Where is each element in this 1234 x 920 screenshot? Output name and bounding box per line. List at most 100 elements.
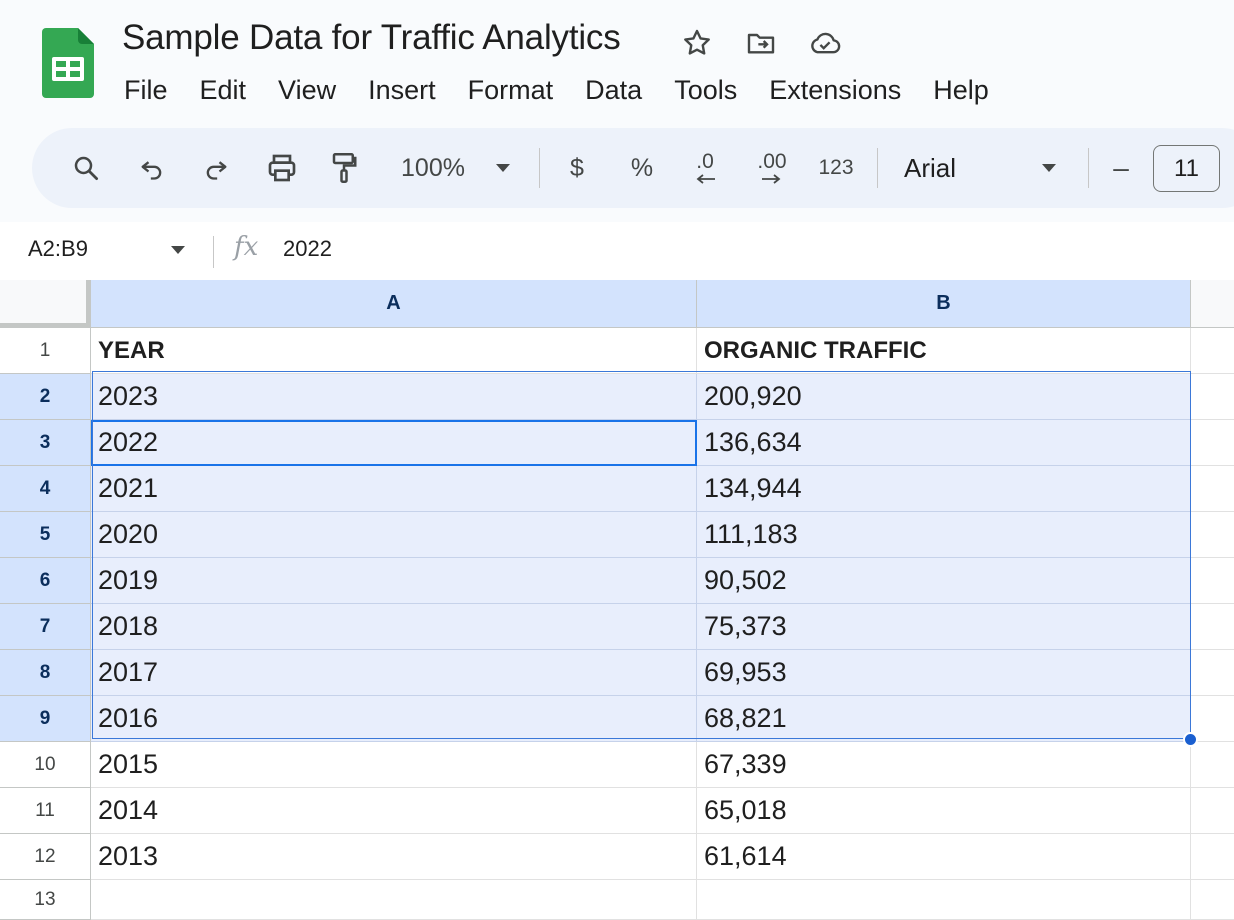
cell-a9[interactable]: 2016 — [91, 696, 697, 742]
cell-a13[interactable] — [91, 880, 697, 920]
menu-file[interactable]: File — [108, 70, 184, 110]
format-percent-button[interactable]: % — [627, 148, 657, 188]
cell-a7[interactable]: 2018 — [91, 604, 697, 650]
row-header-10[interactable]: 10 — [0, 742, 91, 788]
sheets-logo-icon[interactable] — [42, 28, 94, 98]
cell-b1[interactable]: ORGANIC TRAFFIC — [697, 328, 1191, 374]
menu-insert[interactable]: Insert — [352, 70, 452, 110]
cell-b10[interactable]: 67,339 — [697, 742, 1191, 788]
cell-c10[interactable] — [1191, 742, 1234, 788]
paint-format-icon[interactable] — [324, 148, 364, 188]
cell-b11[interactable]: 65,018 — [697, 788, 1191, 834]
cell-b4[interactable]: 134,944 — [697, 466, 1191, 512]
format-currency-button[interactable]: $ — [562, 148, 592, 188]
row-header-12[interactable]: 12 — [0, 834, 91, 880]
fx-icon: fx — [234, 232, 259, 262]
cell-c1[interactable] — [1191, 328, 1234, 374]
font-size-input[interactable]: 11 — [1153, 145, 1220, 192]
cell-b2[interactable]: 200,920 — [697, 374, 1191, 420]
font-family-select[interactable]: Arial — [904, 148, 974, 188]
menu-bar: File Edit View Insert Format Data Tools … — [108, 70, 1005, 110]
cell-b9[interactable]: 68,821 — [697, 696, 1191, 742]
cell-c3[interactable] — [1191, 420, 1234, 466]
row-header-11[interactable]: 11 — [0, 788, 91, 834]
cell-a5[interactable]: 2020 — [91, 512, 697, 558]
cell-b13[interactable] — [697, 880, 1191, 920]
menu-view[interactable]: View — [262, 70, 352, 110]
row-header-6[interactable]: 6 — [0, 558, 91, 604]
formula-input[interactable]: 2022 — [283, 236, 332, 262]
chevron-down-icon[interactable] — [170, 242, 186, 260]
cell-b12[interactable]: 61,614 — [697, 834, 1191, 880]
column-header-a[interactable]: A — [91, 280, 697, 328]
toolbar-divider — [539, 148, 540, 188]
increase-decimal-label: .00 — [757, 150, 787, 173]
cell-b3[interactable]: 136,634 — [697, 420, 1191, 466]
cell-a6[interactable]: 2019 — [91, 558, 697, 604]
row-header-4[interactable]: 4 — [0, 466, 91, 512]
spreadsheet-grid: A B 1 YEAR ORGANIC TRAFFIC 2 2023 200,920 3 202… — [0, 280, 1234, 920]
row-header-5[interactable]: 5 — [0, 512, 91, 558]
move-to-folder-icon[interactable] — [744, 26, 778, 60]
cell-a11[interactable]: 2014 — [91, 788, 697, 834]
row-header-1[interactable]: 1 — [0, 328, 91, 374]
cell-a10[interactable]: 2015 — [91, 742, 697, 788]
select-all-corner[interactable] — [0, 280, 91, 328]
cell-c8[interactable] — [1191, 650, 1234, 696]
row-header-3[interactable]: 3 — [0, 420, 91, 466]
cell-c11[interactable] — [1191, 788, 1234, 834]
menu-edit[interactable]: Edit — [184, 70, 263, 110]
row-header-7[interactable]: 7 — [0, 604, 91, 650]
row-header-2[interactable]: 2 — [0, 374, 91, 420]
cell-b7[interactable]: 75,373 — [697, 604, 1191, 650]
menu-extensions[interactable]: Extensions — [753, 70, 917, 110]
menu-tools[interactable]: Tools — [658, 70, 753, 110]
search-menus-icon[interactable] — [66, 148, 106, 188]
cell-b8[interactable]: 69,953 — [697, 650, 1191, 696]
row-header-13[interactable]: 13 — [0, 880, 91, 920]
chevron-down-icon[interactable] — [1038, 148, 1060, 188]
menu-help[interactable]: Help — [917, 70, 1005, 110]
toolbar-divider — [877, 148, 878, 188]
cell-a12[interactable]: 2013 — [91, 834, 697, 880]
increase-decimal-button[interactable]: .00 — [746, 148, 798, 188]
menu-data[interactable]: Data — [569, 70, 658, 110]
print-icon[interactable] — [260, 148, 304, 188]
column-header-c[interactable] — [1191, 280, 1234, 328]
cell-b5[interactable]: 111,183 — [697, 512, 1191, 558]
column-header-b[interactable]: B — [697, 280, 1191, 328]
fill-handle[interactable] — [1183, 732, 1198, 747]
name-box[interactable]: A2:B9 — [28, 236, 88, 262]
cell-b6[interactable]: 90,502 — [697, 558, 1191, 604]
cell-c12[interactable] — [1191, 834, 1234, 880]
cell-a4[interactable]: 2021 — [91, 466, 697, 512]
cell-c2[interactable] — [1191, 374, 1234, 420]
undo-icon[interactable] — [132, 148, 172, 188]
toolbar: 100% $ % .0 .00 123 Arial – — [32, 128, 1234, 208]
document-title[interactable]: Sample Data for Traffic Analytics — [122, 18, 621, 58]
zoom-select[interactable]: 100% — [392, 148, 474, 188]
decrease-decimal-label: .0 — [696, 150, 714, 173]
cell-a1[interactable]: YEAR — [91, 328, 697, 374]
cell-c13[interactable] — [1191, 880, 1234, 920]
star-icon[interactable] — [680, 26, 714, 60]
row-header-9[interactable]: 9 — [0, 696, 91, 742]
cloud-saved-icon[interactable] — [808, 26, 842, 60]
chevron-down-icon[interactable] — [492, 148, 514, 188]
more-formats-button[interactable]: 123 — [812, 148, 860, 188]
redo-icon[interactable] — [196, 148, 236, 188]
arrow-right-icon — [762, 174, 781, 184]
cell-a8[interactable]: 2017 — [91, 650, 697, 696]
menu-format[interactable]: Format — [452, 70, 570, 110]
cell-c6[interactable] — [1191, 558, 1234, 604]
cell-c7[interactable] — [1191, 604, 1234, 650]
cell-c4[interactable] — [1191, 466, 1234, 512]
cell-a2[interactable]: 2023 — [91, 374, 697, 420]
decrease-font-size-button[interactable]: – — [1108, 148, 1134, 188]
cell-a3[interactable]: 2022 — [91, 420, 697, 466]
cell-c5[interactable] — [1191, 512, 1234, 558]
cell-c9[interactable] — [1191, 696, 1234, 742]
formula-bar: A2:B9 fx 2022 — [0, 222, 1234, 280]
row-header-8[interactable]: 8 — [0, 650, 91, 696]
decrease-decimal-button[interactable]: .0 — [682, 148, 728, 188]
